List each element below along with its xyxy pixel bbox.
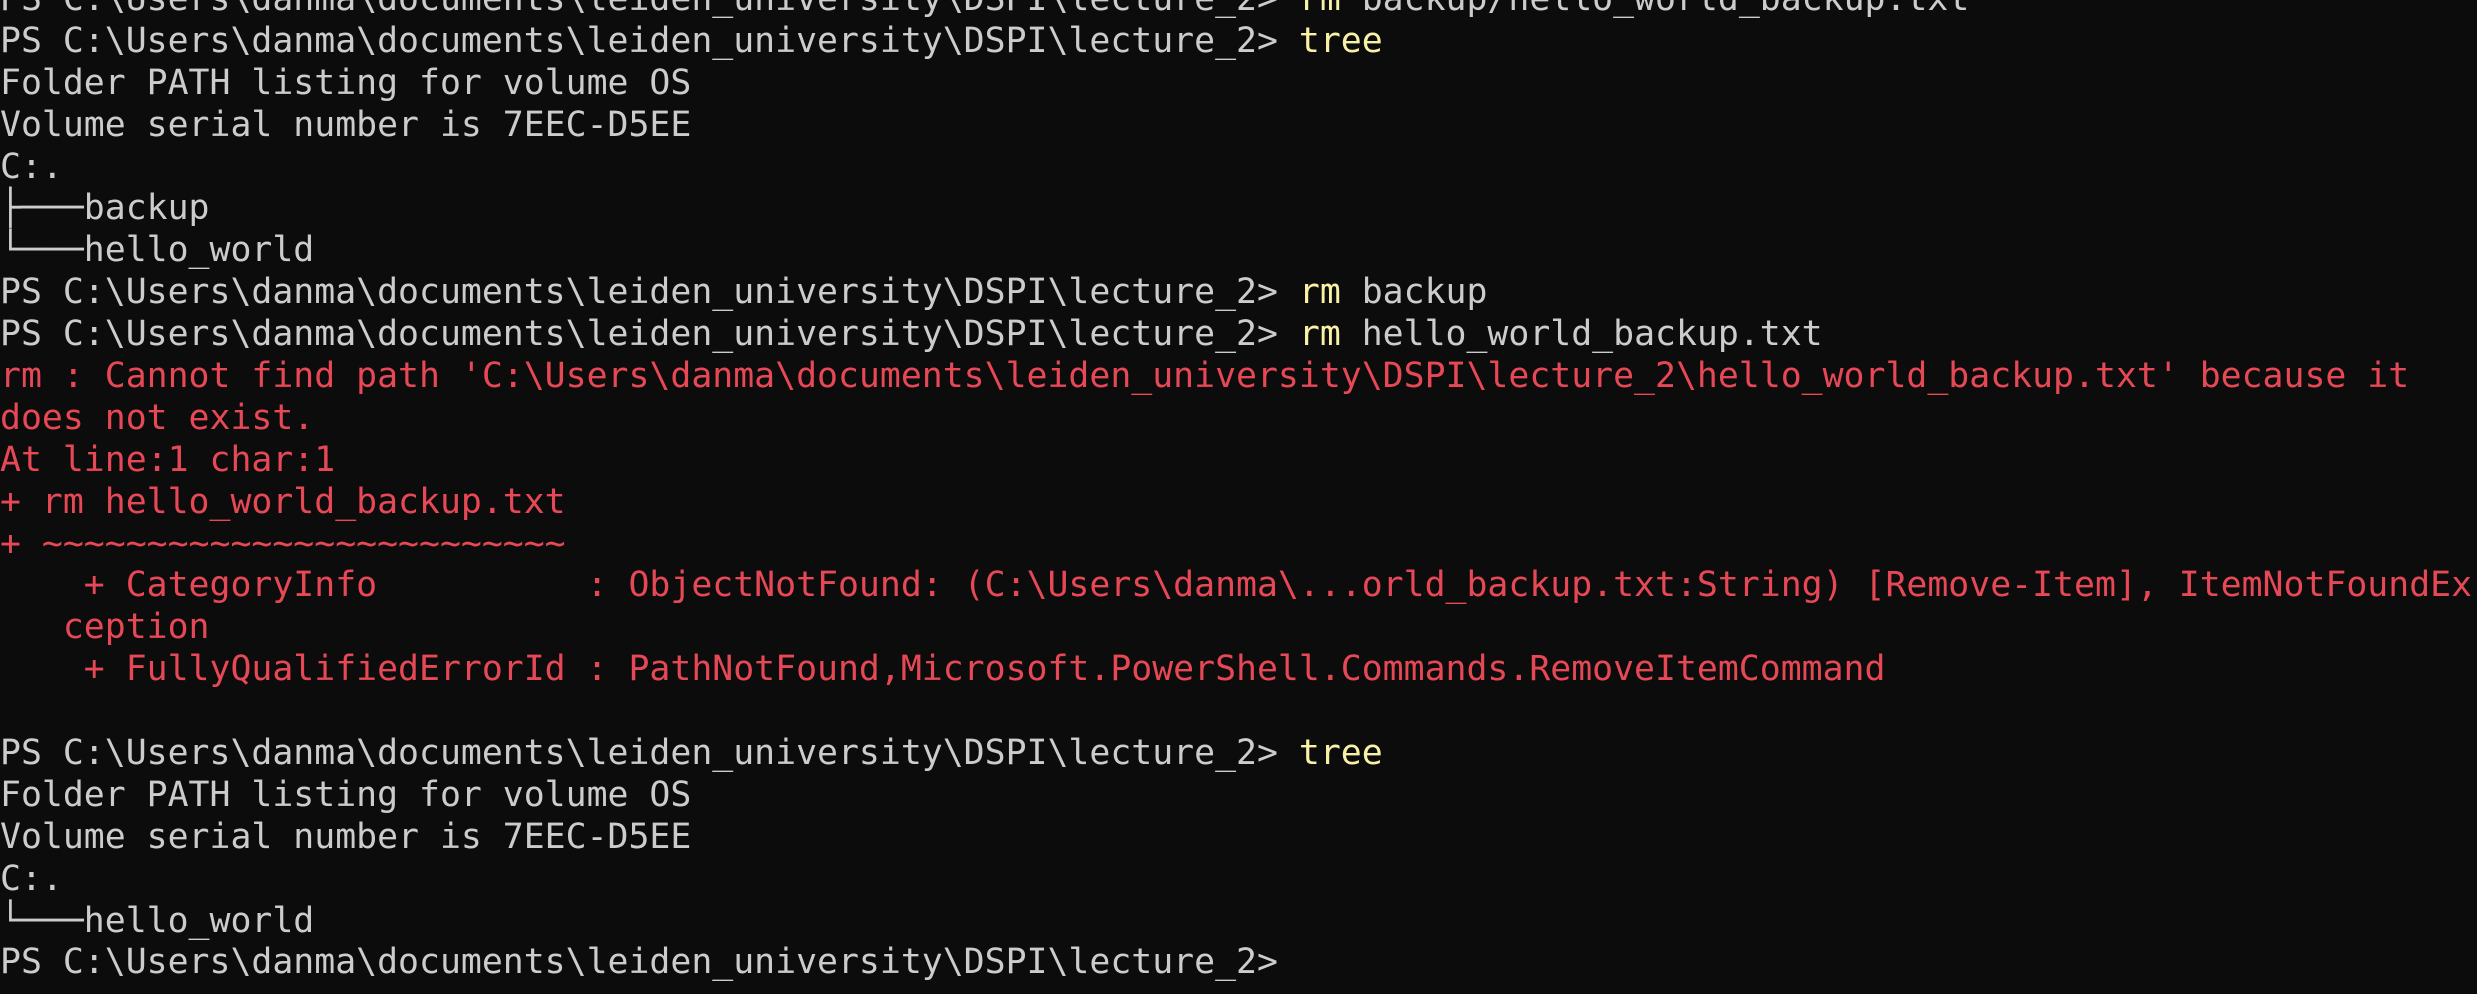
output-text: Volume serial number is 7EEC-D5EE bbox=[0, 104, 692, 145]
command-name: rm bbox=[1298, 314, 1341, 355]
output-text: └───hello_world bbox=[0, 900, 315, 941]
error-text: rm : Cannot find path 'C:\Users\danma\do… bbox=[0, 356, 2410, 397]
output-text: └───hello_world bbox=[0, 230, 315, 271]
error-text: + rm hello_world_backup.txt bbox=[0, 481, 566, 522]
output-text: C:. bbox=[0, 146, 63, 187]
command-name: tree bbox=[1298, 733, 1383, 774]
command-args: hello_world_backup.txt bbox=[1340, 314, 1823, 355]
error-line: rm : Cannot find path 'C:\Users\danma\do… bbox=[0, 356, 2477, 398]
command-name: rm bbox=[1299, 0, 1341, 19]
output-text: Volume serial number is 7EEC-D5EE bbox=[0, 816, 692, 857]
error-line: + FullyQualifiedErrorId : PathNotFound,M… bbox=[0, 649, 2477, 691]
error-text: + FullyQualifiedErrorId : PathNotFound,M… bbox=[0, 649, 1886, 690]
output-text: Folder PATH listing for volume OS bbox=[0, 774, 692, 815]
prompt: PS C:\Users\danma\documents\leiden_unive… bbox=[0, 0, 1299, 19]
error-text: ception bbox=[0, 607, 210, 648]
command-name: tree bbox=[1298, 20, 1383, 61]
command-name: rm bbox=[1298, 272, 1341, 313]
error-line: ception bbox=[0, 607, 2477, 649]
output-line: C:. bbox=[0, 147, 2477, 189]
error-text: + CategoryInfo : ObjectNotFound: (C:\Use… bbox=[0, 565, 2473, 606]
command-args: backup bbox=[1340, 272, 1488, 313]
prompt: PS C:\Users\danma\documents\leiden_unive… bbox=[0, 733, 1299, 774]
output-line: Folder PATH listing for volume OS bbox=[0, 63, 2477, 105]
error-text: + ~~~~~~~~~~~~~~~~~~~~~~~~~ bbox=[0, 523, 566, 564]
terminal-window[interactable]: PS C:\Users\danma\documents\leiden_unive… bbox=[0, 0, 2477, 994]
output-line: └───hello_world bbox=[0, 230, 2477, 272]
error-line: At line:1 char:1 bbox=[0, 440, 2477, 482]
error-text: At line:1 char:1 bbox=[0, 439, 336, 480]
output-line: Volume serial number is 7EEC-D5EE bbox=[0, 105, 2477, 147]
error-text: does not exist. bbox=[0, 397, 315, 438]
prompt: PS C:\Users\danma\documents\leiden_unive… bbox=[0, 272, 1299, 313]
error-line: + ~~~~~~~~~~~~~~~~~~~~~~~~~ bbox=[0, 524, 2477, 566]
output-line: └───hello_world bbox=[0, 901, 2477, 943]
prompt: PS C:\Users\danma\documents\leiden_unive… bbox=[0, 314, 1299, 355]
output-line: Folder PATH listing for volume OS bbox=[0, 775, 2477, 817]
error-line: + CategoryInfo : ObjectNotFound: (C:\Use… bbox=[0, 565, 2477, 607]
error-line: + rm hello_world_backup.txt bbox=[0, 482, 2477, 524]
error-line: does not exist. bbox=[0, 398, 2477, 440]
output-text: Folder PATH listing for volume OS bbox=[0, 62, 692, 103]
command-line: PS C:\Users\danma\documents\leiden_unive… bbox=[0, 733, 2477, 775]
output-text: C:. bbox=[0, 858, 63, 899]
output-line: Volume serial number is 7EEC-D5EE bbox=[0, 817, 2477, 859]
command-line: PS C:\Users\danma\documents\leiden_unive… bbox=[0, 942, 2477, 984]
prompt: PS C:\Users\danma\documents\leiden_unive… bbox=[0, 20, 1299, 61]
command-line: PS C:\Users\danma\documents\leiden_unive… bbox=[0, 21, 2477, 63]
prompt: PS C:\Users\danma\documents\leiden_unive… bbox=[0, 942, 1278, 983]
command-line: PS C:\Users\danma\documents\leiden_unive… bbox=[0, 0, 2477, 21]
output-line: C:. bbox=[0, 859, 2477, 901]
output-text: ├───backup bbox=[0, 188, 210, 229]
command-line: PS C:\Users\danma\documents\leiden_unive… bbox=[0, 314, 2477, 356]
command-line: PS C:\Users\danma\documents\leiden_unive… bbox=[0, 272, 2477, 314]
command-args: backup/hello_world_backup.txt bbox=[1341, 0, 1970, 19]
output-line: ├───backup bbox=[0, 188, 2477, 230]
terminal-output: PS C:\Users\danma\documents\leiden_unive… bbox=[0, 0, 2477, 984]
